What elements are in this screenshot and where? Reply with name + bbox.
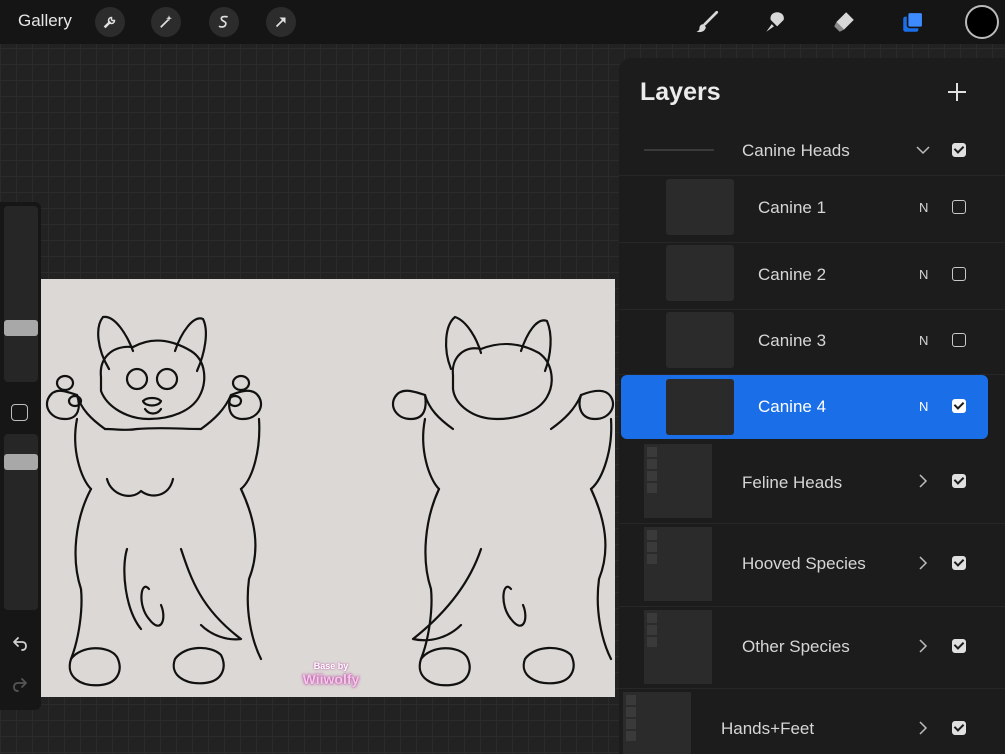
brush-size-slider[interactable] [4,206,38,382]
blend-mode-label[interactable]: N [919,399,928,414]
layer-name: Feline Heads [742,473,843,492]
layer-name: Canine 3 [758,331,827,350]
layer-name: Hooved Species [742,554,866,573]
layers-icon[interactable] [898,7,928,37]
layer-row-canine-4[interactable]: Canine 4 N [621,375,988,439]
group-thumbnail [623,692,691,754]
layer-thumbnail [666,312,734,368]
layers-panel: Layers Canine Heads Canine 1 N Canine 2 … [619,58,1005,754]
layer-thumbnail [666,245,734,301]
group-thumbnail [644,444,712,518]
wrench-icon[interactable] [95,7,125,37]
layer-visibility-checkbox[interactable] [952,474,966,488]
gallery-button[interactable]: Gallery [18,11,72,31]
layer-visibility-checkbox[interactable] [952,143,966,157]
opacity-thumb[interactable] [4,454,38,470]
layer-visibility-checkbox[interactable] [952,639,966,653]
artwork-canvas[interactable]: Base by Wiiwolfy [41,279,615,697]
layer-name: Canine 1 [758,198,827,217]
layer-name: Other Species [742,637,850,656]
layer-row-canine-2[interactable]: Canine 2 N [619,243,1005,310]
blend-mode-label[interactable]: N [919,200,928,215]
selection-icon[interactable] [209,7,239,37]
layer-visibility-checkbox[interactable] [952,267,966,281]
layer-name: Canine 2 [758,265,827,284]
layer-row-canine-3[interactable]: Canine 3 N [619,310,1005,375]
group-thumbnail [644,610,712,684]
layer-visibility-checkbox[interactable] [952,200,966,214]
layer-row-canine-1[interactable]: Canine 1 N [619,176,1005,243]
transform-arrow-icon[interactable] [266,7,296,37]
chevron-right-icon[interactable] [916,639,930,653]
top-toolbar: Gallery [0,0,1005,44]
left-sidebar [0,202,41,710]
layer-name: Hands+Feet [721,719,815,738]
group-collapsed-thumb [644,149,714,151]
add-layer-plus-icon[interactable] [945,80,969,104]
layer-thumbnail [666,379,734,435]
blend-mode-label[interactable]: N [919,267,928,282]
layer-visibility-checkbox[interactable] [952,399,966,413]
magic-wand-icon[interactable] [151,7,181,37]
layer-group-hooved-species[interactable]: Hooved Species [619,524,1005,607]
layer-visibility-checkbox[interactable] [952,721,966,735]
group-thumbnail [644,527,712,601]
canine-base-lineart [45,315,615,687]
layer-name: Canine Heads [742,141,850,160]
layer-name: Canine 4 [758,397,827,416]
watermark: Base by Wiiwolfy [302,661,360,687]
layer-group-feline-heads[interactable]: Feline Heads [619,444,1005,524]
layer-visibility-checkbox[interactable] [952,333,966,347]
smudge-icon[interactable] [760,7,790,37]
blend-mode-label[interactable]: N [919,333,928,348]
redo-icon[interactable] [10,675,30,695]
brush-icon[interactable] [692,7,722,37]
layer-group-canine-heads[interactable]: Canine Heads [619,124,1005,176]
color-picker-button[interactable] [965,5,999,39]
undo-icon[interactable] [10,634,30,654]
brush-size-thumb[interactable] [4,320,38,336]
layer-visibility-checkbox[interactable] [952,556,966,570]
chevron-right-icon[interactable] [916,556,930,570]
chevron-right-icon[interactable] [916,474,930,488]
layer-group-hands-feet[interactable]: Hands+Feet [619,689,1005,754]
layer-thumbnail [666,179,734,235]
chevron-down-icon[interactable] [916,143,930,157]
layers-panel-title: Layers [640,78,721,106]
modify-button[interactable] [11,404,28,421]
layer-group-other-species[interactable]: Other Species [619,607,1005,689]
eraser-icon[interactable] [829,7,859,37]
chevron-right-icon[interactable] [916,721,930,735]
